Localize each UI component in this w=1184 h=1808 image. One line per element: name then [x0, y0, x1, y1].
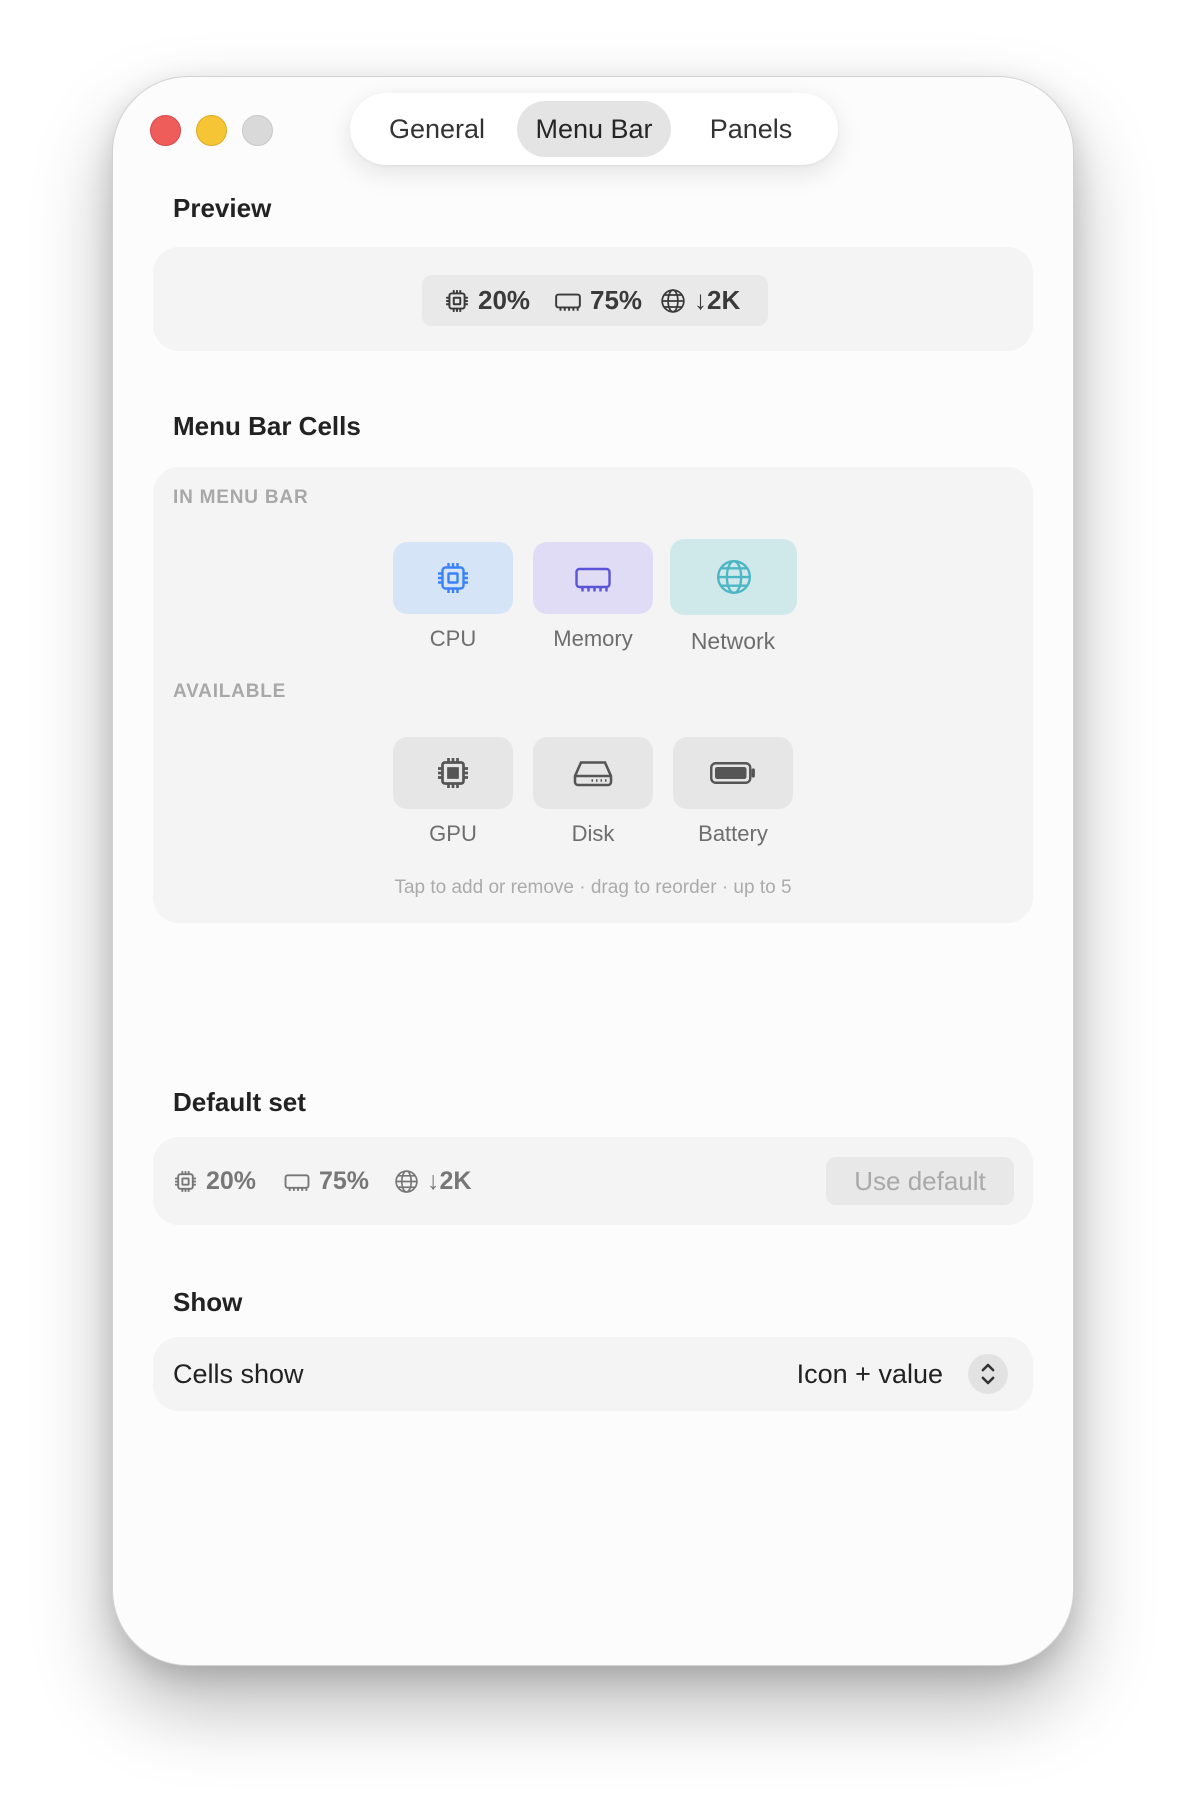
tab-bar: General Menu Bar Panels: [350, 93, 838, 165]
battery-icon: [710, 762, 755, 784]
cell-label-battery: Battery: [698, 821, 768, 846]
cells-show-select[interactable]: Icon + value: [797, 1337, 943, 1411]
default-memory-metric: 75%: [283, 1137, 369, 1225]
tab-menu-bar[interactable]: Menu Bar: [517, 101, 671, 157]
cell-label-network: Network: [690, 628, 776, 654]
cell-tile-network[interactable]: [670, 539, 797, 615]
use-default-button[interactable]: Use default: [826, 1157, 1014, 1205]
preview-network-metric: ↓2K: [660, 275, 740, 326]
preview-menu-bar-pill: 20% 75% ↓2K: [422, 275, 768, 326]
cell-tile-memory[interactable]: [533, 542, 653, 614]
cell-tile-disk[interactable]: [533, 737, 653, 809]
cells-show-label: Cells show: [173, 1359, 304, 1389]
network-icon: [395, 1169, 418, 1193]
memory-icon: [555, 293, 581, 311]
settings-window: General Menu Bar Panels Preview 20% 75% …: [112, 76, 1074, 1666]
gpu-icon: [438, 758, 468, 788]
close-button[interactable]: [150, 115, 181, 146]
preview-heading: Preview: [173, 193, 272, 223]
cell-label-memory: Memory: [553, 626, 633, 651]
minimize-button[interactable]: [196, 115, 227, 146]
zoom-button[interactable]: [242, 115, 273, 146]
default-memory-value: 75%: [319, 1166, 370, 1195]
preview-network-value: ↓2K: [694, 285, 741, 315]
default-cpu-value: 20%: [206, 1166, 257, 1195]
network-icon: [661, 288, 685, 313]
cell-tile-gpu[interactable]: [393, 737, 513, 809]
cpu-icon: [438, 563, 468, 593]
preview-cpu-metric: 20%: [444, 275, 530, 326]
network-icon: [716, 559, 751, 595]
show-panel: Cells show Icon + value: [153, 1337, 1033, 1411]
preview-memory-metric: 75%: [554, 275, 642, 326]
in-menu-bar-caption: IN MENU BAR: [173, 487, 309, 508]
available-caption: AVAILABLE: [173, 681, 287, 702]
cells-hint-text: Tap to add or remove · drag to reorder ·…: [394, 877, 792, 898]
chevron-up-down-icon: [981, 1363, 995, 1385]
cpu-icon: [446, 289, 468, 312]
cell-tile-battery[interactable]: [673, 737, 793, 809]
disk-icon: [573, 761, 613, 787]
default-set-heading: Default set: [173, 1087, 306, 1117]
cpu-icon: [175, 1170, 196, 1192]
cell-label-cpu: CPU: [429, 626, 477, 651]
memory-icon: [575, 567, 611, 592]
tab-panels[interactable]: Panels: [676, 101, 826, 157]
default-set-panel: 20% 75% ↓2K Use default: [153, 1137, 1033, 1225]
cell-label-gpu: GPU: [429, 821, 477, 846]
cell-label-disk: Disk: [571, 821, 615, 846]
default-cpu-metric: 20%: [173, 1137, 256, 1225]
default-network-metric: ↓2K: [394, 1137, 471, 1225]
show-heading: Show: [173, 1287, 243, 1317]
menu-bar-cells-heading: Menu Bar Cells: [173, 411, 361, 441]
preview-cpu-value: 20%: [478, 285, 531, 315]
menu-bar-cells-panel: IN MENU BAR CPU Memory Network AVAILABLE…: [153, 467, 1033, 923]
preview-memory-value: 75%: [590, 285, 643, 315]
cell-tile-cpu[interactable]: [393, 542, 513, 614]
tab-general[interactable]: General: [362, 101, 512, 157]
memory-icon: [284, 1173, 310, 1191]
cells-show-stepper[interactable]: [968, 1354, 1008, 1394]
preview-panel: 20% 75% ↓2K: [153, 247, 1033, 351]
default-network-value: ↓2K: [427, 1166, 472, 1195]
